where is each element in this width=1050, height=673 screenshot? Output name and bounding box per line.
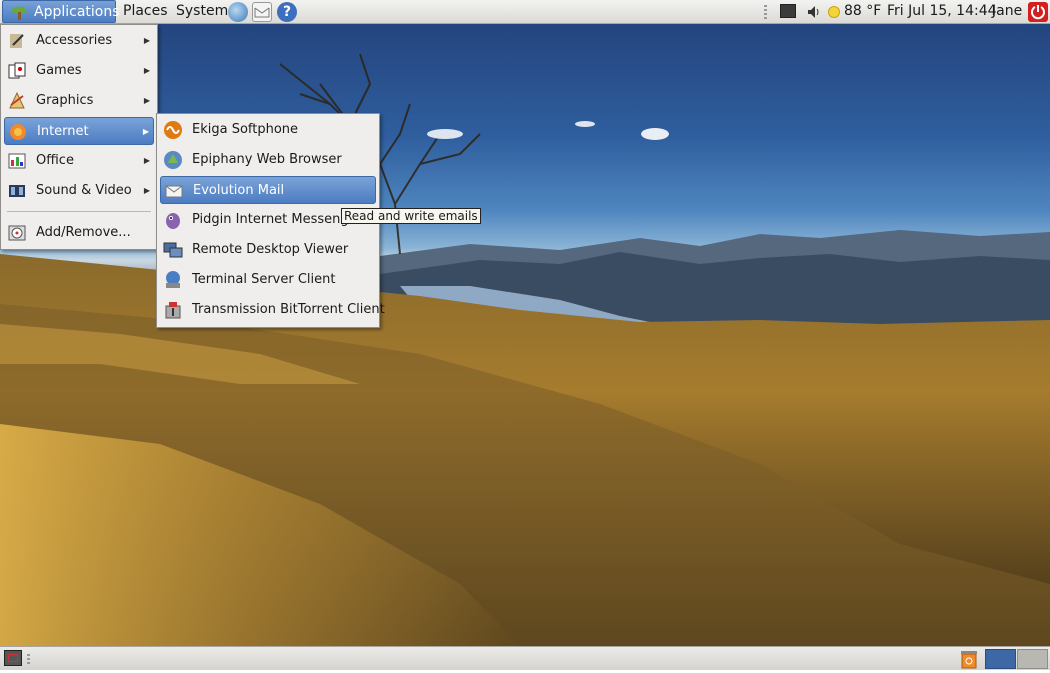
menu-item-transmission[interactable]: Transmission BitTorrent Client <box>160 296 385 324</box>
menu-item-label: Remote Desktop Viewer <box>192 242 349 257</box>
evolution-icon <box>164 181 184 201</box>
applications-menu-button[interactable]: Applications <box>2 0 120 23</box>
menu-item-label: Pidgin Internet Messenger <box>192 212 362 227</box>
system-menu-button[interactable]: System <box>176 0 228 23</box>
menu-item-label: Terminal Server Client <box>192 272 336 287</box>
menu-item-tooltip: Read and write emails <box>341 208 481 224</box>
menu-item-label: Epiphany Web Browser <box>192 152 342 167</box>
applications-menu: Accessories ▶ Games ▶ Graphics ▶ Interne… <box>0 24 158 250</box>
clock[interactable]: Fri Jul 15, 14:44 <box>887 0 997 23</box>
menu-item-label: Internet <box>37 124 89 139</box>
show-desktop-icon[interactable] <box>4 650 22 666</box>
terminal-server-icon <box>163 270 183 290</box>
office-icon <box>7 151 27 171</box>
menu-item-add-remove[interactable]: Add/Remove... <box>4 219 154 247</box>
games-icon <box>7 61 27 81</box>
menu-item-label: Ekiga Softphone <box>192 122 299 137</box>
add-remove-icon <box>7 223 27 243</box>
menu-item-label: Graphics <box>36 93 94 108</box>
menu-item-games[interactable]: Games ▶ <box>4 57 154 85</box>
workspace-1[interactable] <box>985 649 1016 669</box>
pidgin-icon <box>163 210 183 230</box>
remote-desktop-icon <box>163 240 183 260</box>
mail-icon[interactable] <box>252 2 272 22</box>
workspace-2[interactable] <box>1017 649 1048 669</box>
menu-item-evolution-mail[interactable]: Evolution Mail <box>160 176 376 204</box>
ekiga-icon <box>163 120 183 140</box>
gnome-foot-icon <box>9 3 29 21</box>
menu-item-ekiga-softphone[interactable]: Ekiga Softphone <box>160 116 376 144</box>
menu-item-label: Sound & Video <box>36 183 132 198</box>
weather-sun-icon[interactable] <box>828 6 840 18</box>
sound-video-icon <box>7 181 27 201</box>
power-icon[interactable] <box>1028 2 1048 22</box>
menu-item-label: Games <box>36 63 82 78</box>
graphics-icon <box>7 91 27 111</box>
submenu-arrow-icon: ▶ <box>142 127 149 136</box>
applications-label: Applications <box>34 4 120 20</box>
top-panel: Applications Places System ? 88 °F Fri J… <box>0 0 1050 24</box>
panel-separator <box>764 5 767 19</box>
submenu-arrow-icon: ▶ <box>143 36 150 45</box>
menu-item-label: Add/Remove... <box>36 225 131 240</box>
menu-item-epiphany-web-browser[interactable]: Epiphany Web Browser <box>160 146 376 174</box>
transmission-icon <box>163 300 183 320</box>
submenu-arrow-icon: ▶ <box>143 66 150 75</box>
menu-item-sound-video[interactable]: Sound & Video ▶ <box>4 177 154 205</box>
help-icon[interactable]: ? <box>277 2 297 22</box>
bottom-panel <box>0 646 1050 670</box>
menu-item-terminal-server-client[interactable]: Terminal Server Client <box>160 266 376 294</box>
user-switcher[interactable]: Jane <box>992 0 1022 23</box>
internet-icon <box>8 122 28 142</box>
submenu-arrow-icon: ▶ <box>143 96 150 105</box>
submenu-arrow-icon: ▶ <box>143 156 150 165</box>
web-browser-icon[interactable] <box>228 2 248 22</box>
volume-icon[interactable] <box>806 4 822 20</box>
menu-item-office[interactable]: Office ▶ <box>4 147 154 175</box>
panel-handle[interactable] <box>27 654 30 664</box>
menu-item-internet[interactable]: Internet ▶ <box>4 117 154 145</box>
menu-item-label: Office <box>36 153 74 168</box>
menu-separator <box>7 211 151 212</box>
menu-item-label: Transmission BitTorrent Client <box>192 302 385 317</box>
accessories-icon <box>7 31 27 51</box>
menu-item-remote-desktop-viewer[interactable]: Remote Desktop Viewer <box>160 236 376 264</box>
places-menu-button[interactable]: Places <box>123 0 168 23</box>
menu-item-graphics[interactable]: Graphics ▶ <box>4 87 154 115</box>
network-icon[interactable] <box>780 4 796 18</box>
menu-item-label: Accessories <box>36 33 113 48</box>
trash-icon[interactable] <box>960 649 978 669</box>
submenu-arrow-icon: ▶ <box>143 186 150 195</box>
weather-temperature[interactable]: 88 °F <box>844 0 881 23</box>
epiphany-icon <box>163 150 183 170</box>
menu-item-accessories[interactable]: Accessories ▶ <box>4 27 154 55</box>
menu-item-label: Evolution Mail <box>193 183 285 198</box>
